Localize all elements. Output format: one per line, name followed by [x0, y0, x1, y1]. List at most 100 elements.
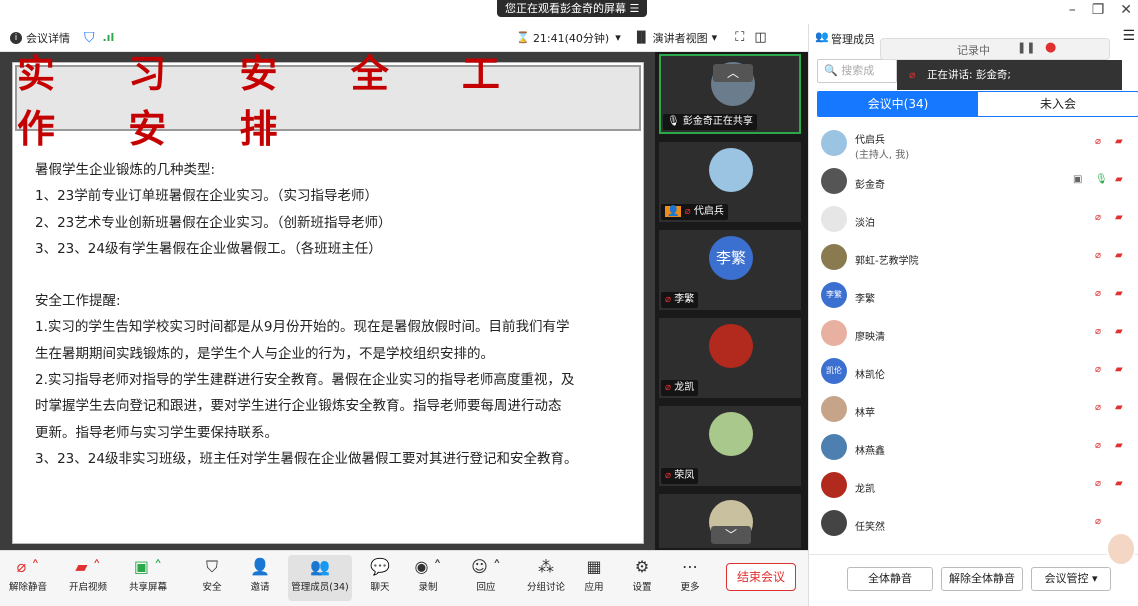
video-off-icon[interactable]: ▰ [1115, 212, 1123, 223]
video-off-icon[interactable]: ▰ [1115, 402, 1123, 413]
chevron-down-icon[interactable]: ▾ [712, 31, 718, 44]
view-mode-button[interactable]: 演讲者视图 [653, 30, 708, 46]
member-row[interactable]: 林苹 ⌀ ▰ [809, 390, 1138, 428]
avatar [821, 168, 847, 194]
slide-line: 3、23、24级有学生暑假在企业做暑假工。（各班班主任） [35, 240, 382, 257]
avatar: 李繁 [821, 282, 847, 308]
tile-label: 🎙 彭金奇正在共享 [663, 114, 757, 130]
record-icon: ◉ ˄ [414, 557, 442, 576]
meeting-control-button[interactable]: 会议管控 ▾ [1031, 567, 1111, 591]
mic-muted-icon[interactable]: ⌀ [1095, 440, 1101, 451]
fullscreen-icon[interactable]: ⛶ [735, 30, 744, 45]
avatar [821, 510, 847, 536]
unmute-all-button[interactable]: 解除全体静音 [941, 567, 1023, 591]
unmute-button[interactable]: ⌀ ˄ 解除静音 [2, 555, 54, 593]
video-off-icon[interactable]: ▰ [1115, 136, 1123, 147]
mic-icon[interactable]: 🎙 [1095, 174, 1108, 185]
mic-muted-icon[interactable]: ⌀ [1095, 326, 1101, 337]
member-name: 郭虹-艺教学院 [855, 256, 919, 267]
mic-muted-icon: ⌀ [665, 382, 672, 393]
member-row[interactable]: 李繁 李繁 ⌀ ▰ [809, 276, 1138, 314]
assistant-avatar[interactable] [1106, 532, 1136, 566]
minimize-icon[interactable]: – [1069, 2, 1076, 18]
tab-not-joined[interactable]: 未入会 [978, 92, 1138, 116]
video-off-icon[interactable]: ▰ [1115, 478, 1123, 489]
stop-record-icon[interactable]: ● [1045, 40, 1056, 55]
video-tile[interactable]: 👤 ⌀ 代启兵 [659, 142, 801, 222]
member-row[interactable]: 郭虹-艺教学院 ⌀ ▰ [809, 238, 1138, 276]
member-row[interactable]: 任笑然 ⌀ [809, 504, 1138, 542]
mic-muted-icon[interactable]: ⌀ [1095, 250, 1101, 261]
invite-button[interactable]: 👤 邀请 [234, 555, 286, 593]
search-icon: 🔍 [824, 64, 838, 77]
security-button[interactable]: ⛉ 安全 [186, 555, 238, 593]
member-panel: 👥 管理成员 ☰ 🔍 搜索成 会议中(34) 未入会 代启兵 (主持人, 我) ⌀… [808, 24, 1138, 606]
apps-icon: ▦ [586, 557, 602, 576]
shared-screen: 实 习 安 全 工 作 安 排 暑假学生企业锻炼的几种类型: 1、23学前专业订… [0, 51, 655, 550]
slide-line [35, 262, 635, 288]
member-name: 林苹 [855, 408, 875, 419]
member-name: 廖映清 [855, 332, 885, 343]
host-icon: 👤 [665, 206, 682, 217]
record-button[interactable]: ◉ ˄ 录制 [402, 555, 454, 593]
chevron-up-icon[interactable]: ︿ [713, 64, 753, 82]
member-search-input[interactable]: 🔍 搜索成 [817, 59, 897, 83]
share-screen-button[interactable]: ▣ ˄ 共享屏幕 [122, 555, 174, 593]
slide-line: 更新。指导老师与实习学生要保持联系。 [35, 424, 278, 441]
layout-icon[interactable]: ◫ [754, 30, 766, 45]
member-row[interactable]: 淡泊 ⌀ ▰ [809, 200, 1138, 238]
member-row[interactable]: 凯伦 林凯伦 ⌀ ▰ [809, 352, 1138, 390]
video-off-icon[interactable]: ▰ [1115, 174, 1123, 185]
add-user-icon: 👤 [250, 557, 270, 576]
video-off-icon[interactable]: ▰ [1115, 440, 1123, 451]
video-tile[interactable]: ﹀ [659, 494, 801, 548]
video-tile[interactable]: ⌀ 龙凯 [659, 318, 801, 398]
video-tile[interactable]: 李繁 ⌀ 李繁 [659, 230, 801, 310]
tile-label: 👤 ⌀ 代启兵 [661, 204, 728, 220]
smile-icon: ☺ ˄ [471, 557, 501, 576]
close-icon[interactable]: ✕ [1120, 2, 1132, 18]
member-row[interactable]: 彭金奇 ▣ 🎙 ▰ [809, 162, 1138, 200]
more-button[interactable]: ⋯ 更多 [664, 555, 716, 593]
mic-muted-icon[interactable]: ⌀ [1095, 402, 1101, 413]
manage-members-button[interactable]: 👥 管理成员(34) [288, 555, 352, 601]
breakout-button[interactable]: ⁂ 分组讨论 [520, 555, 572, 593]
reaction-button[interactable]: ☺ ˄ 回应 [460, 555, 512, 593]
video-off-icon[interactable]: ▰ [1115, 326, 1123, 337]
mic-muted-icon[interactable]: ⌀ [1095, 516, 1101, 527]
video-off-icon[interactable]: ▰ [1115, 250, 1123, 261]
member-row[interactable]: 龙凯 ⌀ ▰ [809, 466, 1138, 504]
member-name: 淡泊 [855, 218, 875, 229]
mic-muted-icon[interactable]: ⌀ [1095, 136, 1101, 147]
mic-muted-icon[interactable]: ⌀ [1095, 478, 1101, 489]
member-panel-title: 管理成员 [831, 33, 875, 46]
video-tile-strip[interactable]: ︿ 🎙 彭金奇正在共享 👤 ⌀ 代启兵 李繁 ⌀ 李繁 ⌀ 龙凯 ⌀ 荣凤 ﹀ [655, 52, 808, 550]
video-off-icon[interactable]: ▰ [1115, 364, 1123, 375]
member-row[interactable]: 代启兵 (主持人, 我) ⌀ ▰ [809, 124, 1138, 162]
avatar [821, 244, 847, 270]
member-name: 林燕鑫 [855, 446, 885, 457]
video-tile[interactable]: ︿ 🎙 彭金奇正在共享 [659, 54, 801, 134]
tile-label: ⌀ 龙凯 [661, 380, 699, 396]
share-banner[interactable]: 您正在观看彭金奇的屏幕 ☰ [497, 0, 648, 17]
mic-muted-icon[interactable]: ⌀ [1095, 288, 1101, 299]
end-meeting-button[interactable]: 结束会议 [726, 563, 796, 591]
chevron-down-icon[interactable]: ﹀ [711, 526, 751, 544]
member-panel-footer: 全体静音 解除全体静音 会议管控 ▾ [809, 554, 1138, 606]
video-tile[interactable]: ⌀ 荣凤 [659, 406, 801, 486]
mic-muted-icon[interactable]: ⌀ [1095, 212, 1101, 223]
member-row[interactable]: 林燕鑫 ⌀ ▰ [809, 428, 1138, 466]
menu-icon[interactable]: ☰ [1122, 28, 1135, 44]
tab-in-meeting[interactable]: 会议中(34) [818, 92, 978, 116]
start-video-button[interactable]: ▰ ˄ 开启视频 [62, 555, 114, 593]
settings-button[interactable]: ⚙ 设置 [616, 555, 668, 593]
restore-icon[interactable]: ❐ [1092, 2, 1105, 18]
member-row[interactable]: 廖映清 ⌀ ▰ [809, 314, 1138, 352]
recording-indicator[interactable]: 记录中 ❚❚ ● [880, 38, 1110, 60]
mute-all-button[interactable]: 全体静音 [847, 567, 933, 591]
pause-icon[interactable]: ❚❚ [1017, 41, 1035, 54]
apps-button[interactable]: ▦ 应用 [568, 555, 620, 593]
mic-muted-icon[interactable]: ⌀ [1095, 364, 1101, 375]
video-off-icon[interactable]: ▰ [1115, 288, 1123, 299]
chat-button[interactable]: 💬 聊天 [354, 555, 406, 593]
